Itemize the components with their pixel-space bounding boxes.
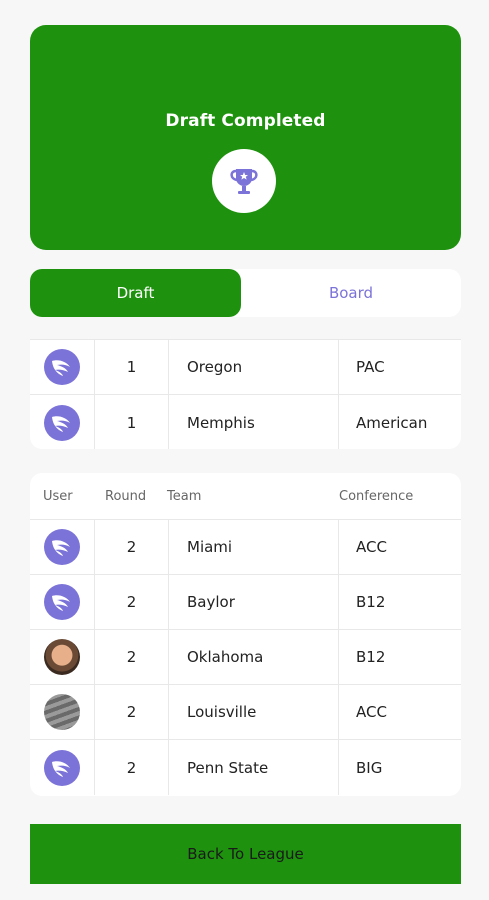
tab-board[interactable]: Board (241, 269, 461, 317)
team-cell: Oklahoma (169, 630, 339, 684)
table-row[interactable]: 2 Louisville ACC (30, 685, 461, 740)
table-row[interactable]: 2 Miami ACC (30, 520, 461, 575)
view-tabs: Draft Board (30, 269, 461, 317)
round-cell: 2 (95, 520, 169, 574)
team-cell: Penn State (169, 740, 339, 795)
team-cell: Louisville (169, 685, 339, 739)
table-header: User Round Team Conference (30, 473, 461, 520)
avatar (44, 584, 80, 620)
table-row[interactable]: 2 Penn State BIG (30, 740, 461, 795)
wing-logo-icon (52, 360, 70, 376)
wing-logo-icon (52, 415, 70, 432)
user-photo-avatar (44, 639, 80, 675)
banner-title: Draft Completed (165, 111, 326, 131)
table-row[interactable]: 1 Memphis American (30, 395, 461, 449)
header-team: Team (167, 488, 202, 504)
table-row[interactable]: 1 Oregon PAC (30, 340, 461, 395)
conference-cell: B12 (356, 648, 386, 666)
team-cell: Memphis (169, 395, 339, 449)
conference-cell: PAC (356, 358, 385, 376)
round-cell: 2 (95, 685, 169, 739)
conference-cell: B12 (356, 593, 386, 611)
conference-cell: American (356, 413, 428, 432)
team-cell: Miami (169, 520, 339, 574)
wing-logo-icon (52, 760, 70, 777)
avatar (44, 749, 80, 786)
round-cell: 2 (95, 740, 169, 795)
table-row[interactable]: 2 Baylor B12 (30, 575, 461, 630)
avatar (44, 404, 80, 441)
avatar (44, 349, 80, 385)
conference-cell: ACC (356, 538, 387, 556)
conference-cell: ACC (356, 703, 387, 721)
team-cell: Baylor (169, 575, 339, 629)
draft-completed-banner: Draft Completed (30, 25, 461, 250)
avatar (44, 529, 80, 565)
round-1-picks-card: 1 Oregon PAC 1 Memphis American (30, 339, 461, 449)
conference-cell: BIG (356, 758, 383, 777)
round-cell: 1 (95, 395, 169, 449)
team-cell: Oregon (169, 340, 339, 394)
wing-logo-icon (52, 595, 70, 611)
tab-draft[interactable]: Draft (30, 269, 241, 317)
picks-table-card: User Round Team Conference 2 Miami ACC 2… (30, 473, 461, 796)
header-conference: Conference (339, 488, 414, 504)
trophy-badge (212, 149, 276, 213)
round-cell: 2 (95, 575, 169, 629)
wing-logo-icon (52, 540, 70, 556)
round-cell: 1 (95, 340, 169, 394)
back-to-league-button[interactable]: Back To League (30, 824, 461, 884)
user-photo-avatar (44, 694, 80, 730)
header-user: User (43, 488, 73, 504)
round-cell: 2 (95, 630, 169, 684)
trophy-icon (230, 169, 258, 194)
table-row[interactable]: 2 Oklahoma B12 (30, 630, 461, 685)
header-round: Round (105, 488, 147, 504)
